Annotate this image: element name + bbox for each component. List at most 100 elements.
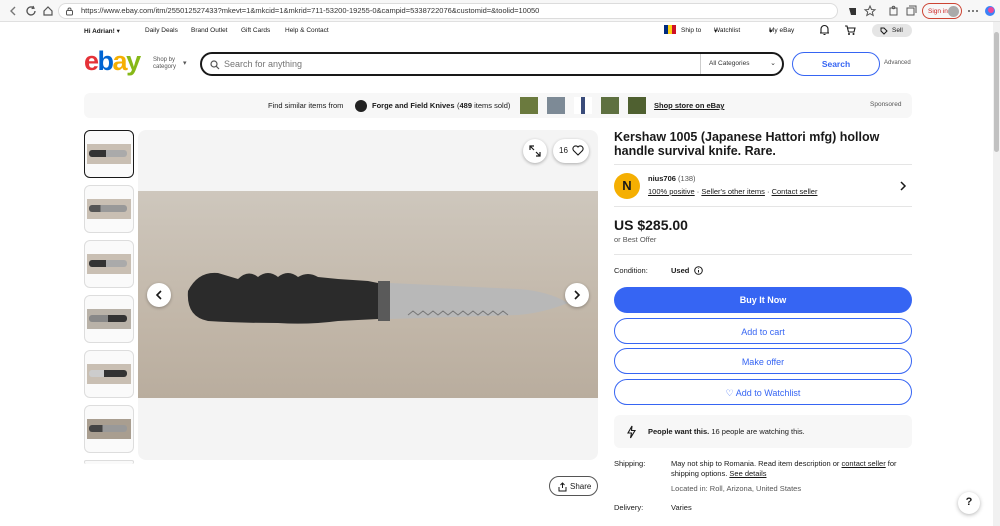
ebay-logo[interactable]: ebay	[84, 46, 141, 77]
item-title: Kershaw 1005 (Japanese Hattori mfg) holl…	[614, 130, 880, 158]
share-icon	[558, 482, 567, 492]
search-bar: All Categories ⌄	[200, 52, 784, 76]
thumbnail[interactable]	[84, 405, 134, 453]
store-item-thumbnail[interactable]	[574, 97, 592, 114]
romania-flag-icon	[664, 25, 676, 34]
shipping-contact-seller-link[interactable]: contact seller	[842, 459, 886, 468]
chevron-down-icon: ▾	[183, 60, 187, 67]
buy-it-now-button[interactable]: Buy It Now	[614, 287, 912, 313]
items-sold: (489 items sold)	[457, 101, 511, 110]
thumbnail[interactable]	[84, 350, 134, 398]
shipping-value: May not ship to Romania. Read item descr…	[671, 459, 897, 478]
search-button[interactable]: Search	[792, 52, 880, 76]
gift-cards-link[interactable]: Gift Cards	[241, 27, 270, 34]
item-location: Located in: Roll, Arizona, United States	[671, 484, 802, 493]
help-contact-link[interactable]: Help & Contact	[285, 27, 329, 34]
heart-icon	[572, 145, 584, 156]
greeting-link[interactable]: Hi Adrian! ▾	[84, 27, 120, 35]
product-photo	[138, 191, 598, 398]
seller-avatar[interactable]: N	[614, 173, 640, 199]
thumbnail[interactable]	[84, 130, 134, 178]
add-to-watchlist-button[interactable]: ♡ Add to Watchlist	[614, 379, 912, 405]
best-offer-text: or Best Offer	[614, 235, 657, 244]
share-button[interactable]: Share	[549, 476, 598, 496]
store-logo-icon	[355, 100, 367, 112]
tag-icon	[880, 27, 888, 35]
condition-label: Condition:	[614, 266, 648, 275]
home-icon[interactable]	[41, 4, 55, 18]
knife-image	[187, 272, 568, 324]
thumbnail[interactable]	[84, 185, 134, 233]
browser-signin-button[interactable]: Sign in	[922, 3, 962, 19]
sell-button[interactable]: Sell	[872, 24, 912, 37]
expand-icon[interactable]	[523, 139, 547, 163]
seller-feedback-count[interactable]: (138)	[678, 174, 696, 183]
chevron-right-icon[interactable]	[899, 181, 907, 191]
shop-by-label: Shop by	[153, 57, 176, 63]
profile-avatar	[948, 6, 959, 17]
sell-label: Sell	[892, 27, 903, 34]
page-scrollbar[interactable]	[993, 22, 1000, 526]
delivery-value: Varies	[671, 503, 692, 512]
thumbnail[interactable]	[84, 240, 134, 288]
refresh-icon[interactable]	[24, 4, 38, 18]
url-text: https://www.ebay.com/itm/255012527433?mk…	[81, 6, 540, 15]
favorite-star-icon[interactable]	[863, 4, 877, 18]
find-similar-text: Find similar items from	[268, 101, 344, 110]
extensions-puzzle-icon[interactable]	[887, 4, 901, 18]
greeting-text: Hi Adrian!	[84, 28, 115, 35]
store-banner[interactable]: Find similar items from Forge and Field …	[84, 93, 912, 118]
cart-icon[interactable]	[844, 24, 856, 36]
main-image-viewer[interactable]	[138, 130, 598, 460]
next-image-button[interactable]	[565, 283, 589, 307]
signin-label: Sign in	[928, 8, 948, 15]
heart-icon: ♡	[725, 388, 734, 398]
see-details-link[interactable]: See details	[729, 469, 766, 478]
delivery-label: Delivery:	[614, 503, 644, 512]
ship-to-link[interactable]: Ship to	[681, 27, 701, 34]
condition-value: Used	[671, 266, 690, 275]
extension-icon[interactable]	[846, 4, 860, 18]
store-item-thumbnail[interactable]	[520, 97, 538, 114]
search-icon	[210, 60, 220, 70]
more-menu-icon[interactable]	[966, 4, 980, 18]
scrollbar-thumb[interactable]	[994, 32, 999, 152]
search-input[interactable]	[224, 59, 684, 69]
address-bar[interactable]: https://www.ebay.com/itm/255012527433?mk…	[58, 3, 838, 19]
collections-icon[interactable]	[904, 4, 918, 18]
watchlist-menu[interactable]: Watchlist ▾	[714, 27, 740, 35]
sellers-other-items-link[interactable]: Seller's other items	[701, 187, 765, 196]
store-item-thumbnail[interactable]	[601, 97, 619, 114]
seller-name[interactable]: nius706	[648, 174, 676, 183]
seller-info[interactable]: nius706 (138)	[648, 174, 696, 183]
people-want-this-box: People want this. 16 people are watching…	[614, 415, 912, 448]
positive-feedback-link[interactable]: 100% positive	[648, 187, 695, 196]
browser-toolbar: https://www.ebay.com/itm/255012527433?mk…	[0, 0, 1000, 22]
my-ebay-menu[interactable]: My eBay ▾	[769, 27, 794, 35]
copilot-icon[interactable]	[983, 4, 997, 18]
previous-image-button[interactable]	[147, 283, 171, 307]
store-item-thumbnail[interactable]	[547, 97, 565, 114]
advanced-search-link[interactable]: Advanced	[884, 60, 911, 66]
add-to-cart-button[interactable]: Add to cart	[614, 318, 912, 344]
notification-bell-icon[interactable]	[819, 24, 830, 36]
brand-outlet-link[interactable]: Brand Outlet	[191, 27, 228, 34]
sponsored-label: Sponsored	[870, 101, 902, 108]
contact-seller-link[interactable]: Contact seller	[772, 187, 818, 196]
category-select[interactable]: All Categories ⌄	[700, 54, 782, 74]
make-offer-button[interactable]: Make offer	[614, 348, 912, 374]
help-button[interactable]: ?	[958, 492, 980, 514]
store-name[interactable]: Forge and Field Knives	[372, 101, 455, 110]
thumbnail[interactable]	[84, 460, 134, 464]
info-icon[interactable]	[694, 266, 703, 275]
watch-heart-button[interactable]: 16	[553, 139, 589, 163]
chevron-down-icon: ⌄	[770, 60, 776, 67]
shop-by-category-button[interactable]: Shop by category ▾	[153, 57, 187, 71]
page-info-icon[interactable]	[65, 7, 74, 16]
store-item-thumbnail[interactable]	[628, 97, 646, 114]
shop-store-link[interactable]: Shop store on eBay	[654, 101, 724, 110]
thumbnail[interactable]	[84, 295, 134, 343]
back-icon[interactable]	[6, 4, 20, 18]
watch-count: 16	[559, 146, 568, 155]
daily-deals-link[interactable]: Daily Deals	[145, 27, 178, 34]
